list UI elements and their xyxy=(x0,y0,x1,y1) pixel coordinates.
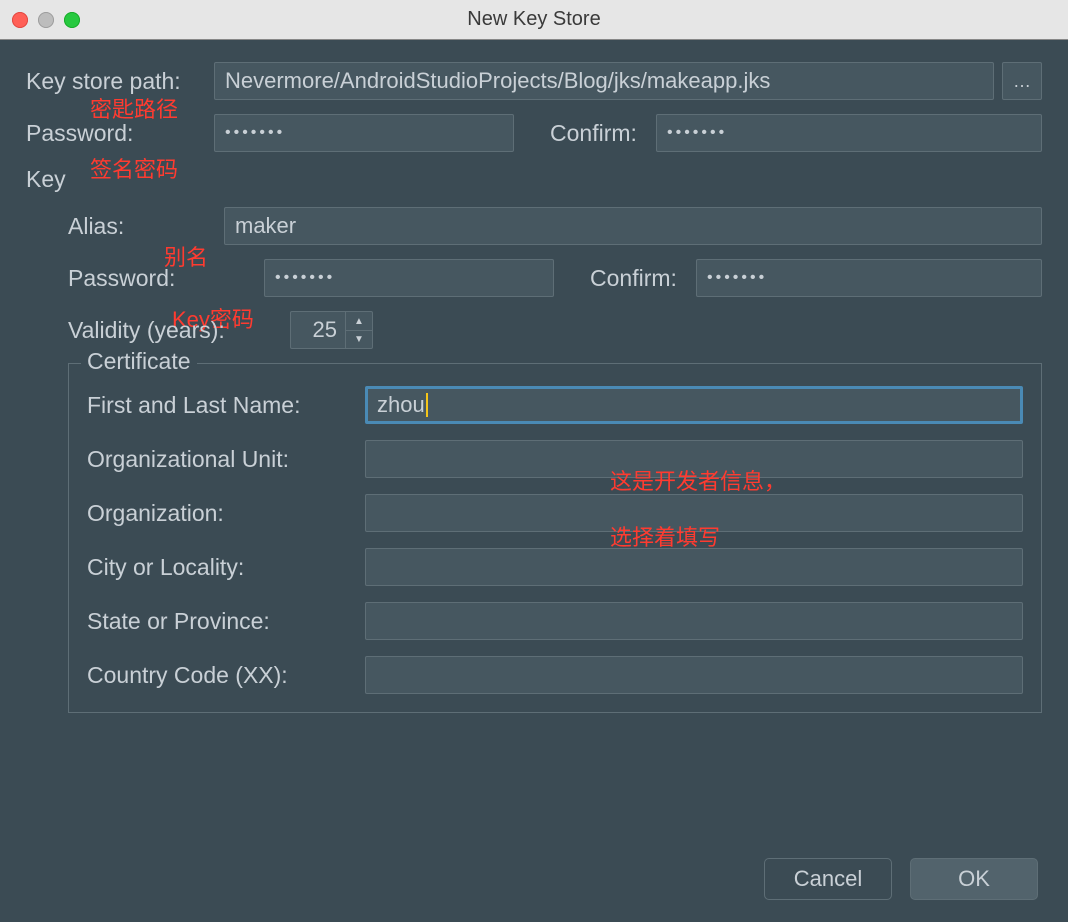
key-password-row: Password: ••••••• Confirm: ••••••• xyxy=(68,259,1042,297)
org-unit-row: Organizational Unit: xyxy=(87,440,1023,478)
city-label: City or Locality: xyxy=(87,554,365,581)
validity-label: Validity (years): xyxy=(68,317,290,344)
stepper-up-icon[interactable]: ▲ xyxy=(346,312,372,330)
keystore-confirm-label: Confirm: xyxy=(550,120,656,147)
country-row: Country Code (XX): xyxy=(87,656,1023,694)
country-label: Country Code (XX): xyxy=(87,662,365,689)
city-field[interactable] xyxy=(365,548,1023,586)
stepper-down-icon[interactable]: ▼ xyxy=(346,330,372,348)
alias-label: Alias: xyxy=(68,213,224,240)
org-field[interactable] xyxy=(365,494,1023,532)
traffic-lights xyxy=(12,12,80,28)
keystore-path-field[interactable]: Nevermore/AndroidStudioProjects/Blog/jks… xyxy=(214,62,994,100)
key-confirm-label: Confirm: xyxy=(590,265,696,292)
window-title: New Key Store xyxy=(0,8,1068,31)
org-unit-label: Organizational Unit: xyxy=(87,446,365,473)
org-row: Organization: xyxy=(87,494,1023,532)
text-caret-icon xyxy=(426,393,428,417)
first-last-label: First and Last Name: xyxy=(87,392,365,419)
alias-row: Alias: maker xyxy=(68,207,1042,245)
first-last-field[interactable]: zhou xyxy=(365,386,1023,424)
keystore-path-row: Key store path: Nevermore/AndroidStudioP… xyxy=(26,62,1042,100)
keystore-path-label: Key store path: xyxy=(26,68,214,95)
validity-row: Validity (years): 25 ▲ ▼ xyxy=(68,311,1042,349)
minimize-window-icon xyxy=(38,12,54,28)
keystore-password-label: Password: xyxy=(26,120,214,147)
state-label: State or Province: xyxy=(87,608,365,635)
dialog-content: Key store path: Nevermore/AndroidStudioP… xyxy=(0,40,1068,922)
org-unit-field[interactable] xyxy=(365,440,1023,478)
ok-button[interactable]: OK xyxy=(910,858,1038,900)
browse-button[interactable]: … xyxy=(1002,62,1042,100)
close-window-icon[interactable] xyxy=(12,12,28,28)
keystore-password-field[interactable]: ••••••• xyxy=(214,114,514,152)
validity-value: 25 xyxy=(291,317,345,343)
alias-field[interactable]: maker xyxy=(224,207,1042,245)
keystore-confirm-field[interactable]: ••••••• xyxy=(656,114,1042,152)
key-password-field[interactable]: ••••••• xyxy=(264,259,554,297)
key-confirm-field[interactable]: ••••••• xyxy=(696,259,1042,297)
state-field[interactable] xyxy=(365,602,1023,640)
cancel-button[interactable]: Cancel xyxy=(764,858,892,900)
key-password-label: Password: xyxy=(68,265,264,292)
key-block: Alias: maker 别名 Password: ••••••• Confir… xyxy=(26,207,1042,713)
city-row: City or Locality: xyxy=(87,548,1023,586)
keystore-password-row: Password: ••••••• Confirm: ••••••• xyxy=(26,114,1042,152)
org-label: Organization: xyxy=(87,500,365,527)
state-row: State or Province: xyxy=(87,602,1023,640)
titlebar: New Key Store xyxy=(0,0,1068,40)
dialog-buttons: Cancel OK xyxy=(764,858,1038,900)
key-section-label: Key xyxy=(26,166,1042,193)
certificate-fieldset: Certificate First and Last Name: zhou Or… xyxy=(68,363,1042,713)
certificate-legend: Certificate xyxy=(81,348,197,375)
ellipsis-icon: … xyxy=(1013,71,1031,92)
first-last-row: First and Last Name: zhou xyxy=(87,386,1023,424)
validity-stepper[interactable]: 25 ▲ ▼ xyxy=(290,311,373,349)
country-field[interactable] xyxy=(365,656,1023,694)
zoom-window-icon[interactable] xyxy=(64,12,80,28)
first-last-value: zhou xyxy=(377,392,425,418)
